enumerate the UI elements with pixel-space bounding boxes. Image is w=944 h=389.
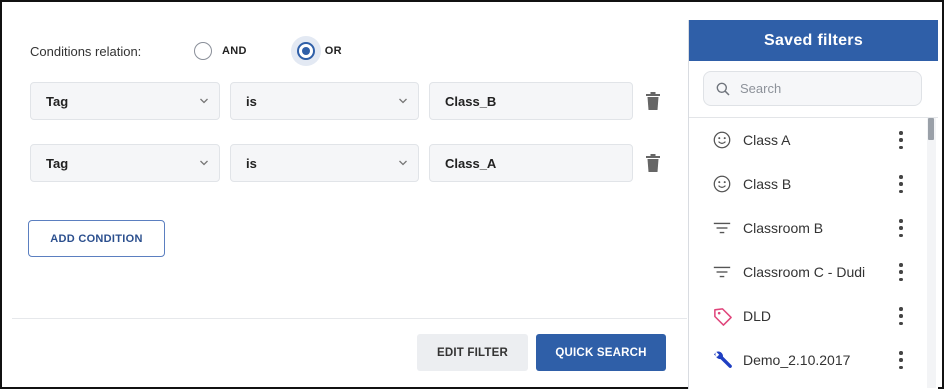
conditions-relation: Conditions relation: AND OR — [30, 36, 386, 66]
trash-icon[interactable] — [645, 153, 661, 173]
saved-filter-label: Class A — [743, 132, 791, 148]
saved-filter-label: DLD — [743, 308, 772, 324]
or-radio[interactable] — [296, 42, 315, 60]
more-vertical-icon[interactable] — [899, 307, 903, 325]
or-radio-label: OR — [324, 45, 342, 57]
saved-filter-item[interactable]: Class B — [689, 162, 925, 206]
condition-operator-select[interactable]: is — [230, 144, 419, 182]
scrollbar-thumb[interactable] — [928, 118, 934, 140]
relation-option-or[interactable]: OR — [290, 36, 342, 66]
relation-option-and[interactable]: AND — [188, 36, 247, 66]
filter-lines-icon — [711, 217, 733, 239]
smiley-icon — [711, 173, 733, 195]
search-input[interactable] — [740, 81, 910, 96]
quick-search-button[interactable]: QUICK SEARCH — [536, 334, 666, 371]
saved-filter-label: Class B — [743, 176, 792, 192]
footer-divider — [12, 318, 687, 319]
condition-value-input[interactable]: Class_B — [429, 82, 633, 120]
saved-filters-list: Class A Class B Classroom B Classroom C … — [689, 118, 925, 382]
filter-dialog: Conditions relation: AND OR Tag is Class… — [0, 0, 944, 389]
smiley-icon — [711, 129, 733, 151]
and-radio-label: AND — [222, 45, 247, 57]
chevron-down-icon — [399, 98, 407, 104]
wrench-icon — [711, 349, 733, 371]
add-condition-button[interactable]: ADD CONDITION — [28, 220, 165, 257]
and-radio[interactable] — [194, 42, 212, 60]
trash-icon[interactable] — [645, 91, 661, 111]
condition-value-input[interactable]: Class_A — [429, 144, 633, 182]
condition-row: Tag is Class_B — [30, 82, 661, 120]
saved-filters-panel: Saved filters Class A — [688, 20, 938, 389]
saved-filters-search[interactable] — [703, 71, 922, 106]
condition-field-value: Tag — [46, 155, 69, 171]
saved-filter-item[interactable]: DLD — [689, 294, 925, 338]
condition-value-text: Class_A — [445, 155, 497, 171]
condition-row: Tag is Class_A — [30, 144, 661, 182]
condition-value-text: Class_B — [445, 93, 497, 109]
saved-filters-scrollbar[interactable] — [927, 118, 936, 388]
condition-field-select[interactable]: Tag — [30, 82, 220, 120]
more-vertical-icon[interactable] — [899, 263, 903, 281]
more-vertical-icon[interactable] — [899, 351, 903, 369]
more-vertical-icon[interactable] — [899, 175, 903, 193]
condition-field-value: Tag — [46, 93, 69, 109]
condition-field-select[interactable]: Tag — [30, 144, 220, 182]
chevron-down-icon — [200, 98, 208, 104]
saved-filter-label: Demo_2.10.2017 — [743, 352, 851, 368]
saved-filter-item[interactable]: Demo_2.10.2017 — [689, 338, 925, 382]
filter-lines-icon — [711, 261, 733, 283]
chevron-down-icon — [399, 160, 407, 166]
more-vertical-icon[interactable] — [899, 219, 903, 237]
condition-operator-select[interactable]: is — [230, 82, 419, 120]
condition-operator-value: is — [246, 155, 257, 171]
search-icon — [716, 82, 730, 96]
tag-icon — [711, 305, 733, 327]
saved-filter-item[interactable]: Class A — [689, 118, 925, 162]
saved-filter-label: Classroom B — [743, 220, 824, 236]
saved-filter-item[interactable]: Classroom C - Dudi — [689, 250, 925, 294]
saved-filters-title: Saved filters — [689, 20, 938, 61]
more-vertical-icon[interactable] — [899, 131, 903, 149]
conditions-relation-label: Conditions relation: — [30, 43, 142, 59]
saved-filter-item[interactable]: Classroom B — [689, 206, 925, 250]
edit-filter-button[interactable]: EDIT FILTER — [417, 334, 528, 371]
condition-operator-value: is — [246, 93, 257, 109]
chevron-down-icon — [200, 160, 208, 166]
saved-filter-label: Classroom C - Dudi — [743, 264, 866, 280]
